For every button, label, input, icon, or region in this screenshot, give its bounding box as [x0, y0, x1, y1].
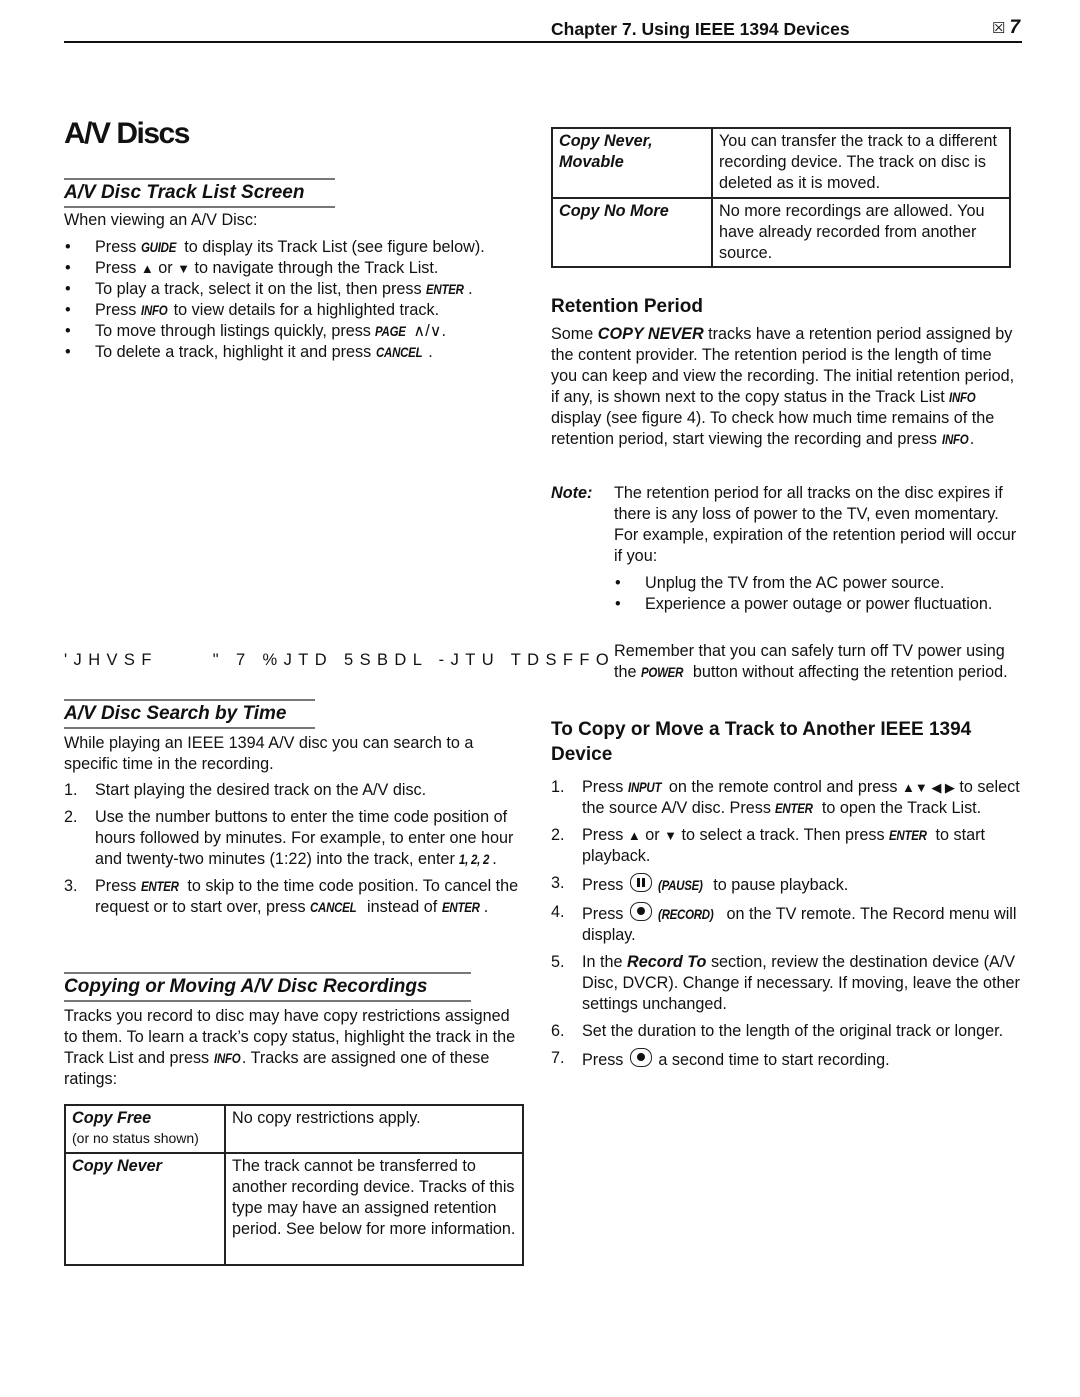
section-heading-copying: Copying or Moving A/V Disc Recordings — [64, 972, 471, 1002]
pause-button-icon — [629, 873, 652, 892]
page-title: A/V Discs — [64, 117, 190, 150]
note-label: Note: — [551, 484, 593, 502]
list-item: Experience a power outage or power fluct… — [614, 594, 1014, 615]
input-key: INPUT — [627, 779, 662, 795]
rating-description: You can transfer the track to a differen… — [711, 127, 1011, 199]
table-row: Copy Never, Movable You can transfer the… — [551, 127, 1011, 199]
table-row: Copy Free (or no status shown) No copy re… — [64, 1104, 524, 1154]
rating-description: The track cannot be transferred to anoth… — [224, 1152, 524, 1266]
header-rule — [64, 41, 1022, 43]
enter-key: ENTER — [889, 827, 927, 843]
info-key: INFO — [213, 1050, 241, 1066]
list-item: Press ▲ or ▼ to navigate through the Tra… — [64, 258, 534, 279]
down-arrow-icon: ▼ — [664, 828, 678, 843]
list-item: 3. Press ENTER to skip to the time code p… — [64, 877, 519, 916]
page-up-down-icon: ∧/∨ — [413, 322, 442, 340]
enter-key: ENTER — [140, 878, 179, 894]
power-key: POWER — [641, 664, 684, 680]
page-box-glyph-icon: ☒ — [992, 20, 1006, 37]
cancel-key: CANCEL — [310, 899, 357, 915]
copy-move-steps: 1. Press INPUT on the remote control and … — [551, 777, 1021, 1077]
list-item: To move through listings quickly, press … — [64, 321, 534, 342]
rating-sub: (or no status shown) — [72, 1130, 199, 1146]
record-button-icon — [629, 1048, 652, 1067]
pause-key: (PAUSE) — [658, 877, 704, 893]
list-item: 2. Press ▲ or ▼ to select a track. Then p… — [551, 826, 986, 865]
info-key: INFO — [140, 302, 168, 318]
record-button-icon — [629, 902, 652, 921]
down-arrow-icon: ▼ — [177, 261, 191, 276]
cancel-key: CANCEL — [375, 344, 423, 360]
list-item: 1. Start playing the desired track on the… — [64, 781, 427, 799]
page-number: ☒ 7 — [992, 17, 1020, 39]
list-item: 5. In the Record To section, review the d… — [551, 953, 1020, 1013]
up-arrow-icon: ▲ — [627, 828, 641, 843]
list-item: Unplug the TV from the AC power source. — [614, 573, 1014, 594]
figure-caption: 'JHVSF " 7 %JTD 5SBDL -JTU TDSFFO — [64, 651, 616, 669]
remember-paragraph: Remember that you can safely turn off TV… — [614, 642, 1008, 681]
list-item: 1. Press INPUT on the remote control and … — [551, 778, 1020, 817]
ratings-table-left: Copy Free (or no status shown) No copy re… — [64, 1104, 524, 1266]
list-item: 7. Press a second time to start recording… — [551, 1048, 890, 1069]
enter-key: ENTER — [775, 800, 814, 816]
list-item: Press GUIDE to display its Track List (s… — [64, 237, 534, 258]
track-list-bullets: Press GUIDE to display its Track List (s… — [64, 237, 534, 363]
page-number-value: 7 — [1009, 17, 1021, 38]
table-row: Copy Never The track cannot be transferr… — [64, 1152, 524, 1266]
retention-paragraph: Some COPY NEVER tracks have a retention … — [551, 325, 1015, 448]
guide-key: GUIDE — [140, 239, 177, 255]
number-keys: 1, 2, 2 — [459, 851, 490, 867]
ratings-table-right: Copy Never, Movable You can transfer the… — [551, 127, 1011, 268]
note-bullets: Unplug the TV from the AC power source. … — [614, 573, 1014, 615]
search-intro: While playing an IEEE 1394 A/V disc you … — [64, 734, 474, 773]
section-heading-search: A/V Disc Search by Time — [64, 699, 315, 729]
note-text: The retention period for all tracks on t… — [614, 484, 1017, 565]
enter-key: ENTER — [441, 899, 480, 915]
list-item: 3. Press (PAUSE) to pause playback. — [551, 873, 849, 894]
running-header: Chapter 7. Using IEEE 1394 Devices — [551, 19, 850, 39]
list-item: Press INFO to view details for a highlig… — [64, 300, 534, 321]
copying-intro: Tracks you record to disc may have copy … — [64, 1007, 516, 1088]
page-key: PAGE — [375, 323, 407, 339]
table-row: Copy No More No more recordings are allo… — [551, 197, 1011, 268]
list-item: To play a track, select it on the list, … — [64, 279, 534, 300]
up-arrow-icon: ▲ — [140, 261, 154, 276]
list-item: 2. Use the number buttons to enter the ti… — [64, 808, 514, 868]
copy-never-emphasis: COPY NEVER — [597, 325, 704, 343]
record-to-emphasis: Record To — [627, 953, 707, 971]
retention-heading: Retention Period — [551, 296, 704, 317]
rating-name: Copy No More — [559, 202, 669, 220]
rating-description: No copy restrictions apply. — [224, 1104, 524, 1154]
list-item: 6. Set the duration to the length of the … — [551, 1022, 1004, 1040]
rating-name: Copy Never — [72, 1157, 162, 1175]
list-item: To delete a track, highlight it and pres… — [64, 342, 534, 363]
section-heading-track-list: A/V Disc Track List Screen — [64, 178, 335, 208]
rating-description: No more recordings are allowed. You have… — [711, 197, 1011, 268]
record-key: (RECORD) — [658, 906, 714, 922]
direction-arrows-icon: ▲▼ ◀ ▶ — [901, 780, 955, 795]
info-key: INFO — [949, 389, 976, 405]
rating-name: Copy Never, Movable — [559, 132, 653, 171]
enter-key: ENTER — [426, 281, 464, 297]
info-key: INFO — [941, 431, 969, 447]
copy-move-heading: To Copy or Move a Track to Another IEEE … — [551, 719, 972, 765]
search-steps: 1. Start playing the desired track on the… — [64, 780, 526, 924]
list-item: 4. Press (RECORD) on the TV remote. The R… — [551, 902, 1017, 944]
rating-name: Copy Free — [72, 1109, 152, 1127]
track-list-intro: When viewing an A/V Disc: — [64, 211, 258, 229]
